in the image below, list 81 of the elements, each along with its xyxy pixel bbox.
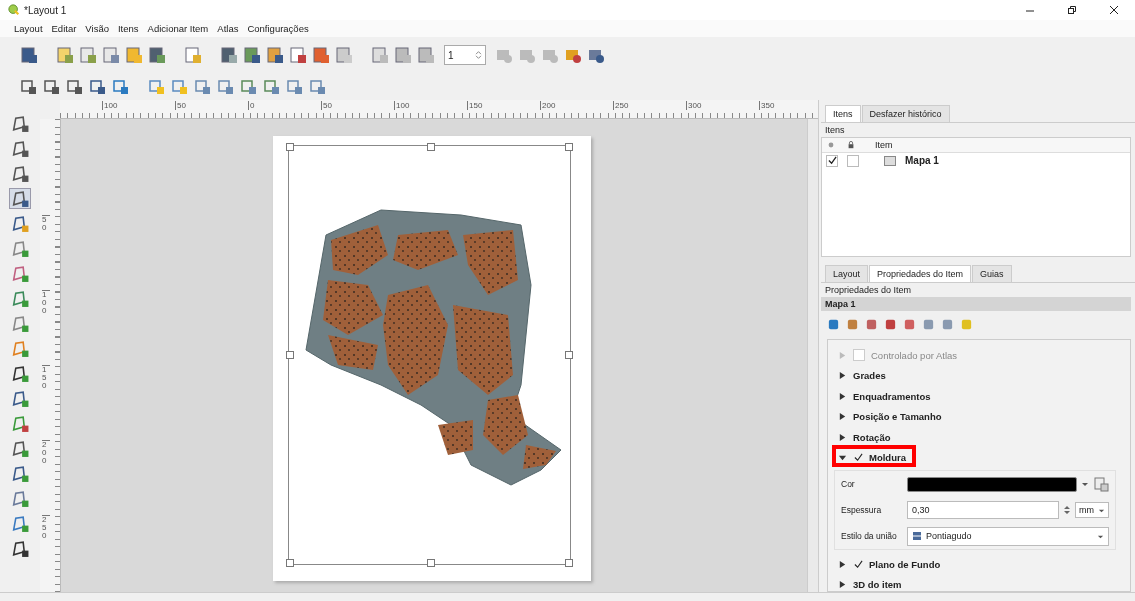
ruler-label: 50 (321, 101, 332, 110)
ruler-label: 250 (42, 515, 50, 540)
expand-arrow-icon[interactable] (838, 453, 847, 463)
dropdown-arrow-icon[interactable] (1081, 480, 1089, 488)
expand-arrow-icon[interactable] (838, 559, 847, 569)
dock-tab[interactable]: Desfazer histórico (861, 105, 950, 122)
resize-handle[interactable] (565, 351, 573, 359)
group-title[interactable]: Posição e Tamanho (853, 411, 942, 423)
resize-handle[interactable] (565, 143, 573, 151)
group-title[interactable]: Rotação (853, 431, 891, 443)
ruler-label: 350 (759, 101, 775, 110)
menu-item[interactable]: Layout (14, 23, 43, 34)
ruler-label: 150 (42, 365, 50, 390)
map-frame[interactable] (288, 145, 571, 565)
app-logo-icon (8, 4, 20, 16)
menu-item[interactable]: Atlas (217, 23, 239, 34)
expand-arrow-icon[interactable] (838, 580, 847, 590)
menu-item[interactable]: Adicionar Item (147, 23, 209, 34)
join-style-icon (912, 531, 922, 541)
resize-handle[interactable] (286, 559, 294, 567)
column-header: Item (875, 140, 893, 150)
expand-arrow-icon[interactable] (838, 391, 847, 401)
ruler-label: 100 (394, 101, 410, 110)
page-field[interactable]: 1 (444, 45, 486, 65)
ruler-label: 0 (248, 101, 255, 110)
check-icon (853, 559, 863, 569)
group-title[interactable]: Plano de Fundo (869, 558, 941, 570)
dock-tab[interactable]: Layout (825, 265, 869, 282)
spin-arrows-icon (475, 50, 482, 60)
unit-dropdown[interactable]: mm (1075, 502, 1109, 518)
menu-item[interactable]: Itens (117, 23, 139, 34)
join-style-dropdown[interactable]: Pontiagudo (907, 526, 1109, 546)
lock-checkbox[interactable] (847, 154, 859, 167)
ruler-label: 200 (42, 440, 50, 465)
resize-handle[interactable] (286, 351, 294, 359)
resize-handle[interactable] (565, 559, 573, 567)
field-label: Estilo da união (841, 531, 898, 541)
thickness-field[interactable]: 0,30 (907, 501, 1059, 519)
check-icon (853, 453, 863, 463)
item-name-bar: Mapa 1 (821, 297, 1131, 311)
ruler-label: 250 (613, 101, 629, 110)
window-title: *Layout 1 (24, 4, 67, 16)
close-icon[interactable] (1109, 5, 1119, 15)
group-checkbox[interactable] (853, 452, 863, 463)
group-title[interactable]: Grades (853, 370, 886, 382)
scrollbar[interactable] (807, 119, 818, 592)
checkbox-label: Controlado por Atlas (871, 349, 958, 361)
expand-arrow-icon[interactable] (838, 371, 847, 381)
ruler-label: 100 (42, 290, 50, 315)
visibility-checkbox[interactable] (826, 154, 838, 167)
dock-tab[interactable]: Propriedades do Item (869, 265, 972, 282)
menu-item[interactable]: Visão (85, 23, 109, 34)
group-title[interactable]: 3D do item (853, 579, 902, 591)
menu-item[interactable]: Editar (51, 23, 77, 34)
menu-item[interactable]: Configurações (247, 23, 309, 34)
ruler-label: 150 (467, 101, 483, 110)
check-icon (827, 156, 837, 165)
ruler-label: 300 (686, 101, 702, 110)
field-label: Cor (841, 479, 856, 489)
group-title[interactable]: Enquadramentos (853, 390, 931, 402)
ruler-label: 100 (102, 101, 118, 110)
resize-handle[interactable] (286, 143, 294, 151)
color-button[interactable] (907, 476, 1077, 492)
restore-icon[interactable] (1067, 5, 1077, 15)
spin-arrows-icon[interactable] (1063, 504, 1071, 516)
resize-handle[interactable] (427, 559, 435, 567)
dock-tab[interactable]: Itens (825, 105, 861, 122)
expand-arrow-icon[interactable] (838, 432, 847, 442)
group-checkbox[interactable] (853, 559, 863, 570)
ruler-label: 200 (540, 101, 556, 110)
group-title[interactable]: Moldura (869, 452, 906, 464)
panel-title: Itens (824, 124, 846, 137)
field-label: Espessura (841, 505, 883, 515)
dock-tab[interactable]: Guias (972, 265, 1012, 282)
ruler-label: 50 (42, 215, 50, 232)
item-label[interactable]: Mapa 1 (905, 155, 939, 166)
resize-handle[interactable] (427, 143, 435, 151)
panel-title: Propriedades do Item (824, 284, 913, 297)
map-item-icon (884, 155, 896, 166)
ruler-label: 50 (175, 101, 186, 110)
expand-arrow-icon[interactable] (838, 412, 847, 422)
